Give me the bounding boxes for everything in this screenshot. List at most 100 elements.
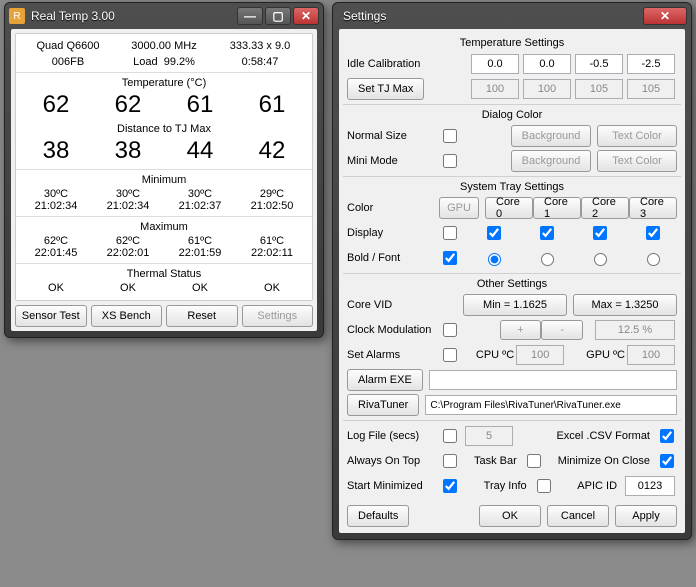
setalarms-label: Set Alarms bbox=[347, 349, 439, 361]
cpu-name: Quad Q6600 bbox=[20, 40, 116, 52]
distance-title: Distance to TJ Max bbox=[20, 123, 308, 135]
cpu-c-label: CPU ºC bbox=[476, 349, 514, 361]
display-core2-checkbox[interactable] bbox=[593, 226, 607, 240]
display-core1-checkbox[interactable] bbox=[540, 226, 554, 240]
color-label: Color bbox=[347, 202, 439, 214]
always-on-top-checkbox[interactable] bbox=[443, 454, 457, 468]
idle-cal-1[interactable] bbox=[523, 54, 571, 74]
corevid-label: Core VID bbox=[347, 299, 439, 311]
corevid-min-button[interactable]: Min = 1.1625 bbox=[463, 294, 567, 316]
taskbar-label: Task Bar bbox=[474, 455, 517, 467]
min-temp-row: 30ºC30ºC30ºC29ºC bbox=[20, 188, 308, 200]
defaults-button[interactable]: Defaults bbox=[347, 505, 409, 527]
alarm-exe-button[interactable]: Alarm EXE bbox=[347, 369, 423, 391]
reset-button[interactable]: Reset bbox=[166, 305, 238, 327]
min-title: Minimum bbox=[20, 174, 308, 186]
tray-info-label: Tray Info bbox=[484, 480, 527, 492]
uptime: 0:58:47 bbox=[212, 56, 308, 68]
settings-button[interactable]: Settings bbox=[242, 305, 314, 327]
gpu-alarm-value[interactable] bbox=[627, 345, 675, 365]
tjmax-0 bbox=[471, 79, 519, 99]
tjmax-2 bbox=[575, 79, 623, 99]
normal-text-button[interactable]: Text Color bbox=[597, 125, 677, 147]
clockmod-minus-button[interactable]: - bbox=[541, 320, 583, 340]
cancel-button[interactable]: Cancel bbox=[547, 505, 609, 527]
idle-cal-3[interactable] bbox=[627, 54, 675, 74]
font-core2-radio[interactable] bbox=[594, 253, 607, 266]
setalarms-checkbox[interactable] bbox=[443, 348, 457, 362]
mini-bg-button[interactable]: Background bbox=[511, 150, 591, 172]
taskbar-checkbox[interactable] bbox=[527, 454, 541, 468]
gpu-color-button[interactable]: GPU bbox=[439, 197, 479, 219]
gpu-c-label: GPU ºC bbox=[586, 349, 625, 361]
normal-size-label: Normal Size bbox=[347, 130, 439, 142]
min-time-row: 21:02:3421:02:3421:02:3721:02:50 bbox=[20, 200, 308, 212]
apply-button[interactable]: Apply bbox=[615, 505, 677, 527]
font-core0-radio[interactable] bbox=[488, 253, 501, 266]
clockmod-plus-button[interactable]: + bbox=[500, 320, 542, 340]
font-core1-radio[interactable] bbox=[541, 253, 554, 266]
tray-info-checkbox[interactable] bbox=[537, 479, 551, 493]
settings-title: Settings bbox=[337, 9, 643, 23]
maximize-button[interactable]: ▢ bbox=[265, 7, 291, 25]
core1-color-button[interactable]: Core 1 bbox=[533, 197, 581, 219]
main-button-row: Sensor Test XS Bench Reset Settings bbox=[15, 305, 313, 327]
idle-cal-2[interactable] bbox=[575, 54, 623, 74]
thermal-title: Thermal Status bbox=[20, 268, 308, 280]
xs-bench-button[interactable]: XS Bench bbox=[91, 305, 163, 327]
logfile-label: Log File (secs) bbox=[347, 430, 439, 442]
mini-mode-label: Mini Mode bbox=[347, 155, 439, 167]
min-on-close-label: Minimize On Close bbox=[558, 455, 650, 467]
rivatuner-path[interactable]: C:\Program Files\RivaTuner\RivaTuner.exe bbox=[425, 395, 677, 415]
apic-id-value[interactable] bbox=[625, 476, 675, 496]
apic-id-label: APIC ID bbox=[577, 480, 617, 492]
main-titlebar[interactable]: R Real Temp 3.00 — ▢ ✕ bbox=[5, 3, 323, 29]
always-on-top-label: Always On Top bbox=[347, 455, 439, 467]
normal-size-checkbox[interactable] bbox=[443, 129, 457, 143]
bold-checkbox[interactable] bbox=[443, 251, 457, 265]
cpu-alarm-value[interactable] bbox=[516, 345, 564, 365]
mini-text-button[interactable]: Text Color bbox=[597, 150, 677, 172]
logfile-value[interactable] bbox=[465, 426, 513, 446]
settings-titlebar[interactable]: Settings ✕ bbox=[333, 3, 691, 29]
idle-cal-0[interactable] bbox=[471, 54, 519, 74]
start-min-checkbox[interactable] bbox=[443, 479, 457, 493]
load-cell: Load 99.2% bbox=[116, 56, 212, 68]
info-panel: Quad Q6600 3000.00 MHz 333.33 x 9.0 006F… bbox=[15, 33, 313, 301]
close-button[interactable]: ✕ bbox=[293, 7, 319, 25]
corevid-max-button[interactable]: Max = 1.3250 bbox=[573, 294, 677, 316]
core3-color-button[interactable]: Core 3 bbox=[629, 197, 677, 219]
display-core0-checkbox[interactable] bbox=[487, 226, 501, 240]
cpu-family: 006FB bbox=[20, 56, 116, 68]
max-time-row: 22:01:4522:02:0122:01:5922:02:11 bbox=[20, 247, 308, 259]
tray-title: System Tray Settings bbox=[347, 181, 677, 193]
main-title: Real Temp 3.00 bbox=[31, 9, 237, 23]
min-on-close-checkbox[interactable] bbox=[660, 454, 674, 468]
display-gpu-checkbox[interactable] bbox=[443, 226, 457, 240]
minimize-button[interactable]: — bbox=[237, 7, 263, 25]
bold-label: Bold / Font bbox=[347, 252, 439, 264]
rivatuner-button[interactable]: RivaTuner bbox=[347, 394, 419, 416]
settings-close-button[interactable]: ✕ bbox=[643, 7, 687, 25]
fsb-mult: 333.33 x 9.0 bbox=[212, 40, 308, 52]
core0-color-button[interactable]: Core 0 bbox=[485, 197, 533, 219]
thermal-row: OKOKOKOK bbox=[20, 282, 308, 294]
temperature-row: 62626161 bbox=[20, 91, 308, 119]
mini-mode-checkbox[interactable] bbox=[443, 154, 457, 168]
clockmod-label: Clock Modulation bbox=[347, 324, 439, 336]
dialog-color-title: Dialog Color bbox=[347, 109, 677, 121]
excel-checkbox[interactable] bbox=[660, 429, 674, 443]
distance-row: 38384442 bbox=[20, 137, 308, 165]
font-core3-radio[interactable] bbox=[647, 253, 660, 266]
sensor-test-button[interactable]: Sensor Test bbox=[15, 305, 87, 327]
display-core3-checkbox[interactable] bbox=[646, 226, 660, 240]
idle-cal-label: Idle Calibration bbox=[347, 58, 439, 70]
logfile-checkbox[interactable] bbox=[443, 429, 457, 443]
alarm-exe-path[interactable] bbox=[429, 370, 677, 390]
clockmod-checkbox[interactable] bbox=[443, 323, 457, 337]
set-tjmax-button[interactable]: Set TJ Max bbox=[347, 78, 424, 100]
ok-button[interactable]: OK bbox=[479, 505, 541, 527]
tjmax-3 bbox=[627, 79, 675, 99]
core2-color-button[interactable]: Core 2 bbox=[581, 197, 629, 219]
normal-bg-button[interactable]: Background bbox=[511, 125, 591, 147]
